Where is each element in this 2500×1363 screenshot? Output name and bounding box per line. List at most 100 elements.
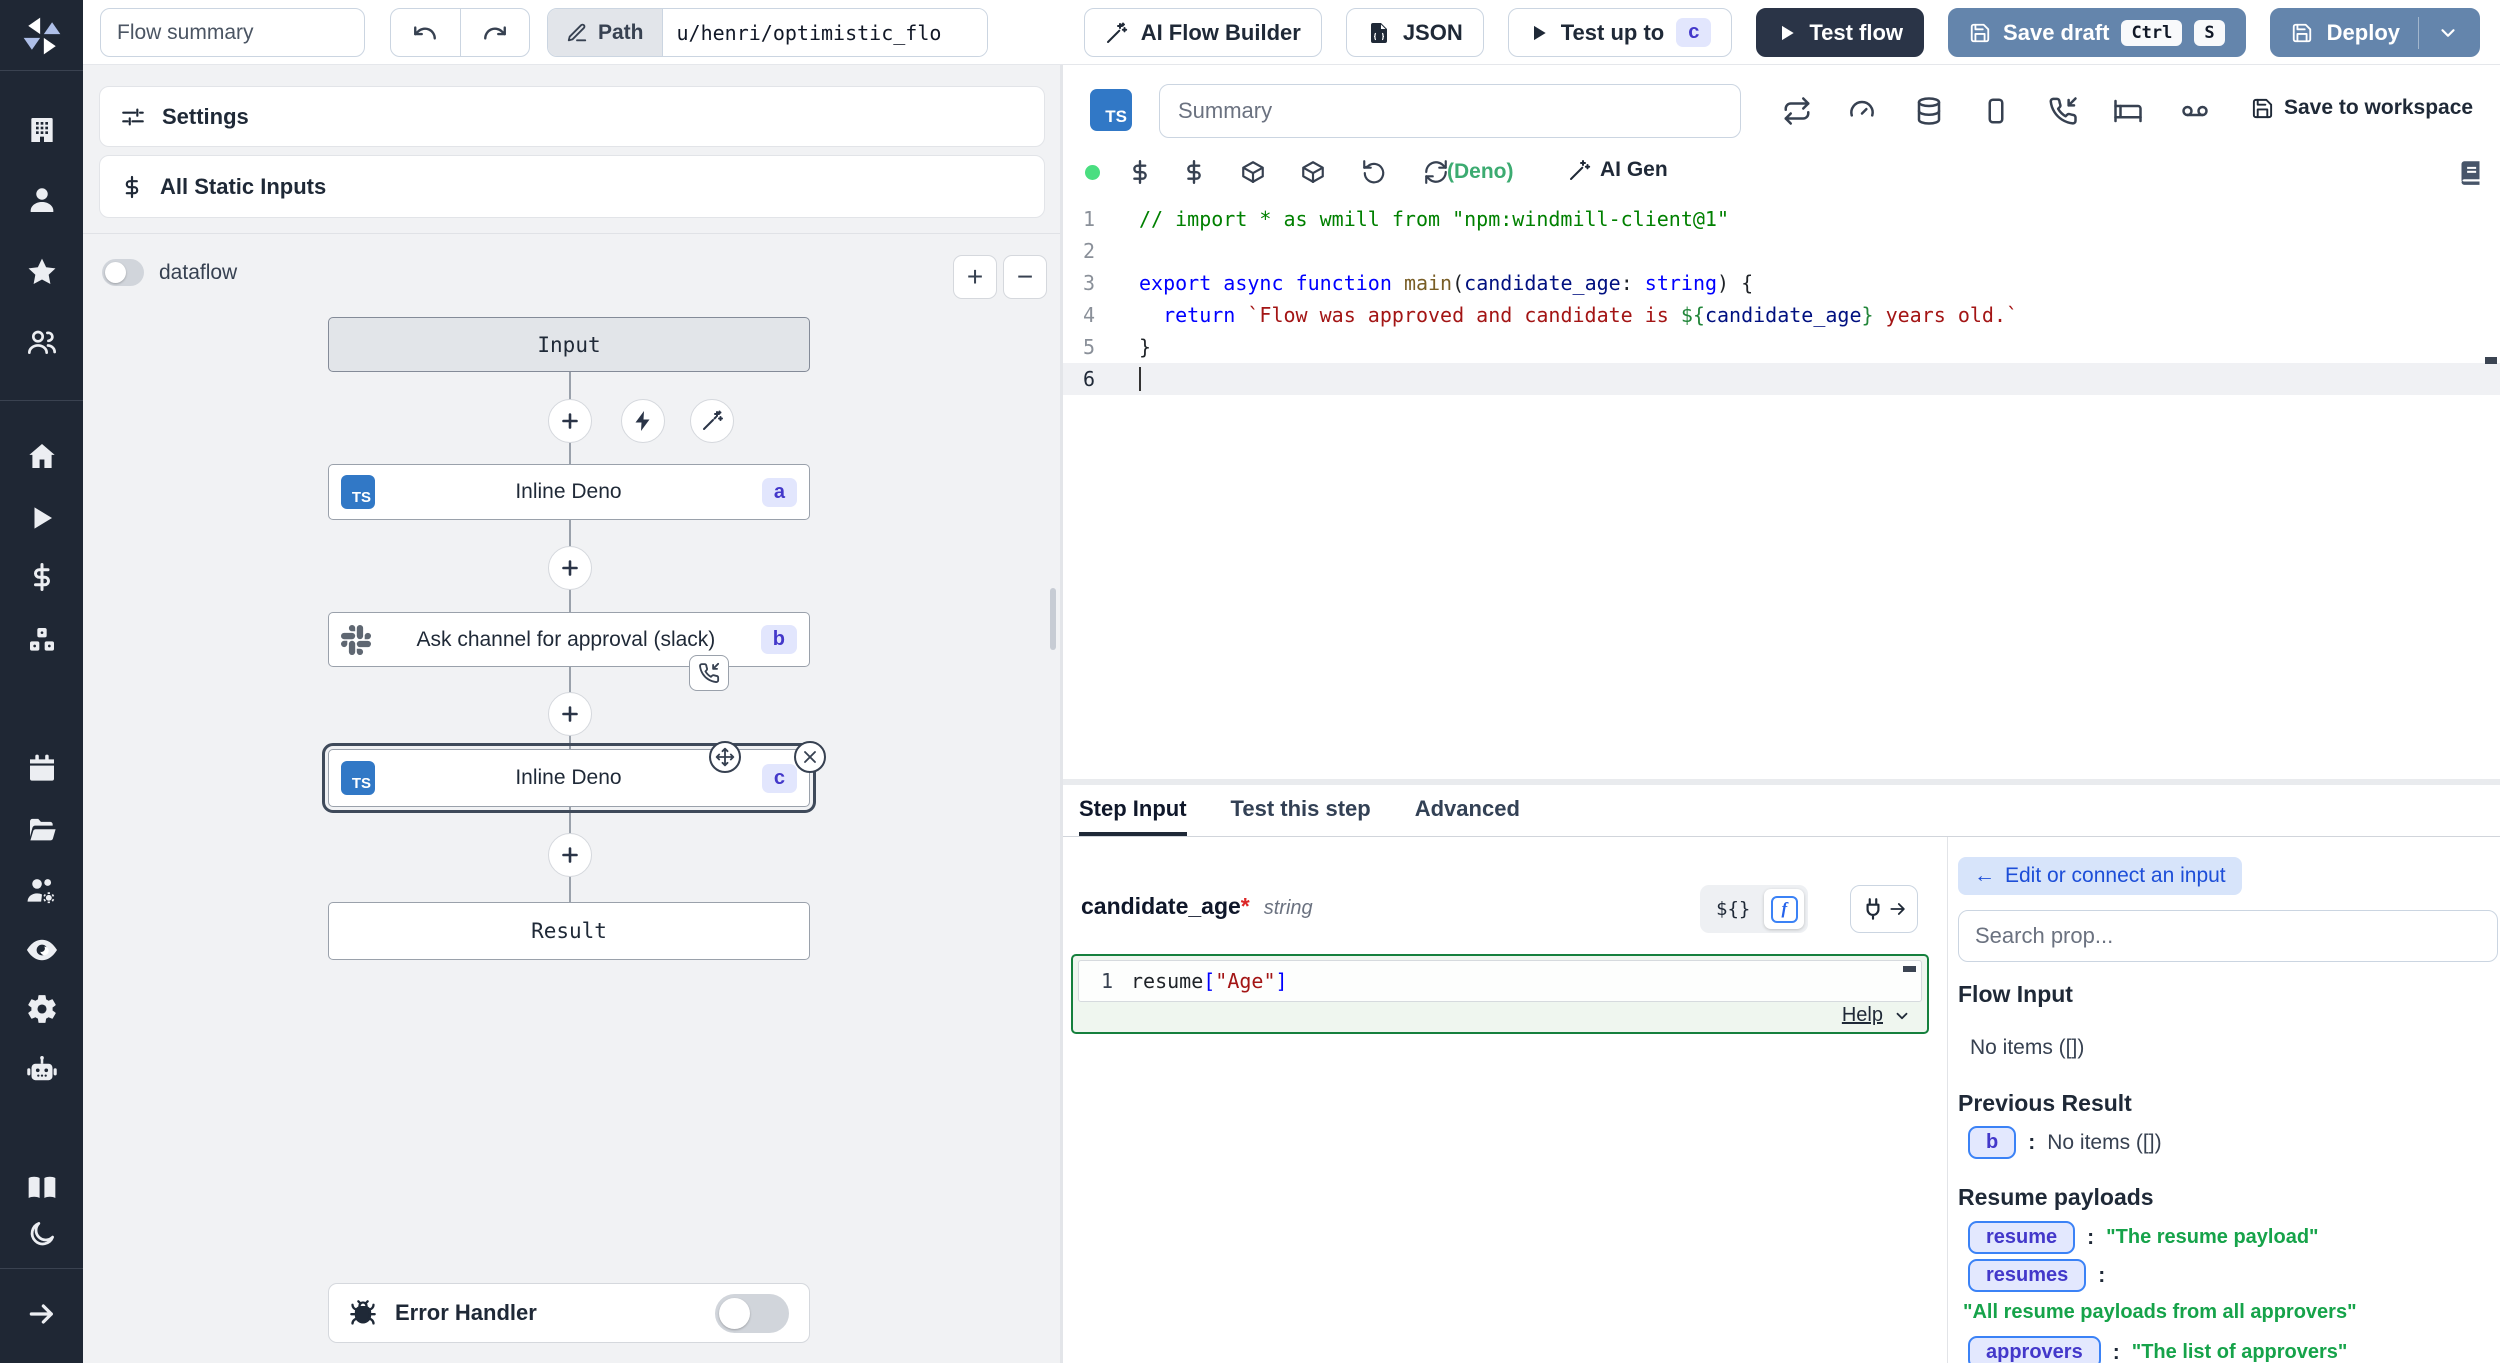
expression-editor[interactable]: 1 resume["Age"] Help: [1071, 954, 1929, 1034]
prop-badge-resumes[interactable]: resumes: [1968, 1259, 2086, 1292]
prop-badge-b[interactable]: b: [1968, 1126, 2016, 1159]
settings-gear-icon[interactable]: [0, 992, 83, 1026]
concurrency-gauge-icon[interactable]: [1847, 96, 1877, 126]
undo-button[interactable]: [391, 9, 461, 56]
test-flow-button[interactable]: Test flow: [1756, 8, 1924, 57]
flow-summary-input[interactable]: [100, 8, 365, 57]
library-book-icon[interactable]: [2457, 159, 2484, 186]
mock-voicemail-icon[interactable]: [2180, 96, 2210, 126]
search-prop-input[interactable]: [1958, 910, 2498, 962]
code-line: 5}: [1063, 331, 2500, 363]
close-x-icon: [800, 747, 820, 767]
expression-line[interactable]: 1 resume["Age"]: [1078, 960, 1922, 1002]
sliders-icon: [120, 104, 146, 130]
save-to-workspace-button[interactable]: Save to workspace: [2251, 96, 2473, 120]
workspaces-icon[interactable]: [0, 114, 83, 146]
runs-play-icon[interactable]: [0, 503, 83, 533]
all-static-inputs-card[interactable]: All Static Inputs: [99, 155, 1045, 218]
required-asterisk: *: [1241, 893, 1250, 919]
add-step-button[interactable]: [548, 833, 592, 877]
dataflow-toggle[interactable]: [102, 259, 144, 286]
star-icon[interactable]: [0, 256, 83, 288]
javascript-mode-toggle[interactable]: f: [1764, 889, 1804, 929]
suspend-phone-icon[interactable]: [2048, 96, 2078, 126]
resources-boxes-icon[interactable]: [0, 624, 83, 656]
windmill-logo[interactable]: [0, 14, 83, 58]
home-icon[interactable]: [0, 440, 83, 472]
save-draft-button[interactable]: Save draft Ctrl S: [1948, 8, 2246, 57]
template-mode-toggle[interactable]: ${}: [1704, 898, 1762, 920]
ai-gen-button[interactable]: AI Gen: [1568, 158, 1668, 182]
variable-dollar-icon[interactable]: [1127, 159, 1153, 185]
dark-mode-moon-icon[interactable]: [0, 1219, 83, 1249]
flow-node-result[interactable]: Result: [328, 902, 810, 960]
folders-icon[interactable]: [0, 814, 83, 846]
path-label[interactable]: Path: [548, 9, 663, 56]
plus-icon: [558, 556, 582, 580]
path-input[interactable]: [663, 9, 987, 56]
add-step-button[interactable]: [548, 692, 592, 736]
error-handler-bar[interactable]: Error Handler: [328, 1283, 810, 1343]
tab-test-this-step[interactable]: Test this step: [1231, 785, 1371, 836]
resume-payloads-title: Resume payloads: [1958, 1184, 2154, 1211]
groups-settings-icon[interactable]: [0, 874, 83, 908]
json-button[interactable]: JSON: [1346, 8, 1484, 57]
flow-node-input[interactable]: Input: [328, 317, 810, 372]
save-icon: [2251, 97, 2274, 120]
user-group-icon[interactable]: [0, 326, 83, 358]
help-link[interactable]: Help: [1842, 1004, 1911, 1027]
ai-add-step-button[interactable]: [690, 399, 734, 443]
resumes-row: resumes :: [1968, 1259, 2105, 1292]
plus-icon: [558, 843, 582, 867]
undo-icon: [412, 20, 438, 46]
zoom-in-button[interactable]: +: [953, 255, 997, 299]
settings-card[interactable]: Settings: [99, 86, 1045, 147]
redo-button[interactable]: [461, 9, 530, 56]
resumes-description: "All resume payloads from all approvers": [1963, 1301, 2357, 1324]
test-up-to-button[interactable]: Test up to c: [1508, 8, 1733, 57]
expand-arrow-icon[interactable]: [0, 1298, 83, 1330]
slack-icon: [341, 625, 371, 655]
code-line: 3export async function main(candidate_ag…: [1063, 267, 2500, 299]
variables-dollar-icon[interactable]: [0, 562, 83, 592]
edit-or-connect-button[interactable]: ← Edit or connect an input: [1958, 857, 2242, 895]
deno-runtime-label[interactable]: (Deno): [1447, 160, 1514, 184]
flow-node-a[interactable]: TS Inline Deno a: [328, 464, 810, 520]
docs-book-icon[interactable]: [0, 1172, 83, 1204]
monaco-code-area[interactable]: 1// import * as wmill from "npm:windmill…: [1063, 203, 2500, 779]
zoom-out-button[interactable]: −: [1003, 255, 1047, 299]
resource-dollar-icon[interactable]: [1181, 159, 1207, 185]
typescript-icon: TS: [1090, 89, 1132, 131]
summary-input[interactable]: [1159, 84, 1741, 138]
tab-step-input[interactable]: Step Input: [1079, 785, 1187, 836]
prop-badge-approvers[interactable]: approvers: [1968, 1336, 2101, 1363]
tab-advanced[interactable]: Advanced: [1415, 785, 1520, 836]
cache-database-icon[interactable]: [1914, 96, 1944, 126]
add-step-button[interactable]: [548, 399, 592, 443]
retries-icon[interactable]: [1782, 96, 1812, 126]
plus-icon: [558, 409, 582, 433]
audit-eye-icon[interactable]: [0, 933, 83, 967]
package-icon[interactable]: [1300, 159, 1326, 185]
add-trigger-button[interactable]: [621, 399, 665, 443]
ai-flow-builder-button[interactable]: AI Flow Builder: [1084, 8, 1322, 57]
add-step-button[interactable]: [548, 546, 592, 590]
error-handler-toggle[interactable]: [715, 1294, 789, 1333]
deploy-button[interactable]: Deploy: [2270, 8, 2480, 57]
delete-step-button[interactable]: [794, 741, 826, 773]
reload-refresh-icon[interactable]: [1423, 159, 1449, 185]
sleep-bed-icon[interactable]: [2113, 96, 2143, 126]
flow-node-b[interactable]: Ask channel for approval (slack) b: [328, 612, 810, 667]
package-icon[interactable]: [1240, 159, 1266, 185]
workers-robot-icon[interactable]: [0, 1053, 83, 1087]
user-icon[interactable]: [0, 184, 83, 216]
prop-badge-resume[interactable]: resume: [1968, 1221, 2075, 1254]
reset-rotate-ccw-icon[interactable]: [1361, 159, 1387, 185]
flow-panel-scrollbar[interactable]: [1050, 588, 1056, 650]
chevron-down-icon[interactable]: [2437, 22, 2459, 44]
suspend-phone-badge[interactable]: [689, 655, 729, 691]
connect-input-button[interactable]: [1850, 885, 1918, 933]
schedules-calendar-icon[interactable]: [0, 752, 83, 784]
move-step-button[interactable]: [709, 741, 741, 773]
timeout-rect-icon[interactable]: [1981, 96, 2011, 126]
